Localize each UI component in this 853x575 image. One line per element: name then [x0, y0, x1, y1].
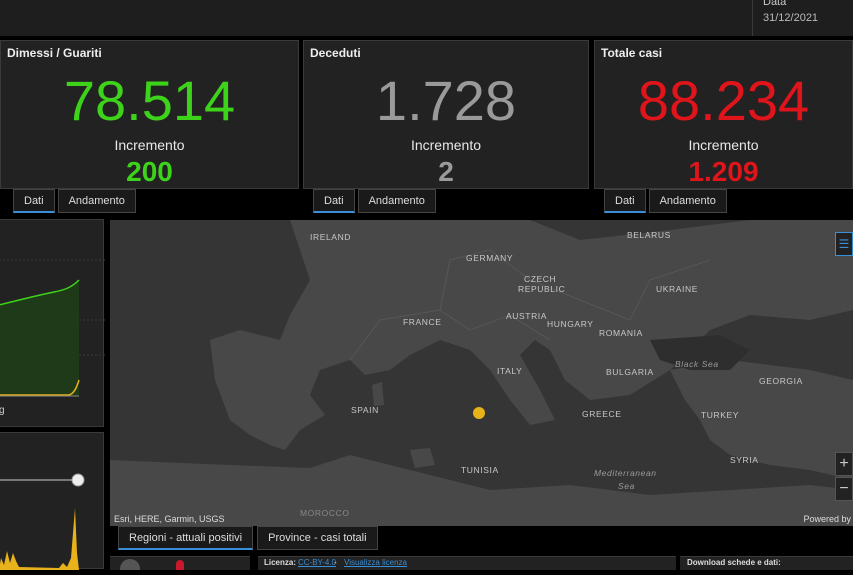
card-title: Deceduti — [310, 46, 361, 60]
date-value: 31/12/2021 — [763, 12, 819, 24]
footer-left — [110, 556, 250, 570]
trend-chart-panel: g — [0, 219, 105, 427]
card-value: 78.514 — [63, 69, 236, 132]
card-deaths: Deceduti 1.728 Incremento 2 — [303, 40, 589, 189]
label-romania: ROMANIA — [599, 328, 643, 338]
label-czech: CZECH — [524, 274, 557, 284]
tab-dati[interactable]: Dati — [604, 189, 646, 213]
label-germany: GERMANY — [466, 253, 514, 263]
label-austria: AUSTRIA — [506, 311, 548, 321]
increment-value: 2 — [438, 156, 454, 187]
view-license-link[interactable]: Visualizza licenza — [344, 558, 407, 567]
card-title: Dimessi / Guariti — [7, 46, 102, 60]
license-label: Licenza: — [264, 558, 297, 567]
tab-regioni[interactable]: Regioni - attuali positivi — [118, 526, 254, 550]
card-value: 1.728 — [375, 69, 517, 132]
map-tabs: Regioni - attuali positivi Province - ca… — [118, 526, 378, 550]
zoom-out-button[interactable]: − — [835, 477, 853, 501]
slider-handle-icon — [71, 473, 85, 487]
label-tunisia: TUNISIA — [461, 465, 499, 475]
label-georgia: GEORGIA — [759, 376, 803, 386]
map-land — [110, 220, 853, 526]
map-view[interactable]: IRELAND BELARUS GERMANY CZECH REPUBLIC U… — [110, 220, 853, 526]
tab-dati[interactable]: Dati — [13, 189, 55, 213]
label-ireland: IRELAND — [310, 232, 352, 242]
map-attribution: Esri, HERE, Garmin, USGS — [114, 514, 225, 524]
label-greece: GREECE — [582, 409, 622, 419]
label-spain: SPAIN — [351, 405, 379, 415]
label-belarus: BELARUS — [627, 230, 671, 240]
increment-label: Incremento — [410, 137, 482, 153]
partial-label: g — [0, 405, 5, 416]
tab-andamento[interactable]: Andamento — [57, 189, 136, 213]
label-bulgaria: BULGARIA — [606, 367, 654, 377]
label-syria: SYRIA — [730, 455, 759, 465]
daily-chart — [0, 473, 85, 570]
card-tabs-total: Dati Andamento — [604, 189, 727, 213]
sardinia-land — [372, 382, 384, 406]
card-tabs-deaths: Dati Andamento — [313, 189, 436, 213]
powered-by[interactable]: Powered by — [803, 514, 851, 524]
license-link[interactable]: CC-BY-4.0 — [298, 558, 336, 567]
footer-license: Licenza: CC-BY-4.0 - Visualizza licenza — [258, 556, 676, 570]
label-turkey: TURKEY — [701, 410, 740, 420]
zoom-in-button[interactable]: + — [835, 452, 853, 476]
increment-label: Incremento — [688, 137, 759, 153]
license-separator: - — [334, 558, 337, 567]
top-bar — [0, 0, 853, 36]
label-france: FRANCE — [403, 317, 442, 327]
card-value: 88.234 — [637, 69, 810, 132]
card-title: Totale casi — [601, 46, 663, 60]
date-label: Data — [763, 0, 787, 8]
card-total-cases: Totale casi 88.234 Incremento 1.209 — [594, 40, 853, 189]
tab-andamento[interactable]: Andamento — [648, 189, 727, 213]
tab-andamento[interactable]: Andamento — [357, 189, 436, 213]
label-ukraine: UKRAINE — [656, 284, 698, 294]
card-recovered: Dimessi / Guariti 78.514 Incremento 200 — [0, 40, 299, 189]
date-box: Data 31/12/2021 — [752, 0, 853, 36]
label-morocco: MOROCCO — [300, 508, 350, 518]
label-black-sea: Black Sea — [675, 359, 719, 369]
footer-download: Download schede e dati: — [680, 556, 853, 570]
tab-dati[interactable]: Dati — [313, 189, 355, 213]
download-label: Download schede e dati: — [687, 558, 781, 567]
daily-chart-panel — [0, 432, 104, 570]
increment-label: Incremento — [114, 137, 185, 153]
label-sea: Sea — [618, 481, 635, 491]
area-fill — [0, 280, 79, 396]
trend-chart — [0, 259, 105, 397]
region-marker — [473, 407, 485, 419]
card-tabs-recovered: Dati Andamento — [13, 189, 136, 213]
legend-list-icon[interactable]: ☰ — [835, 232, 853, 256]
tab-province[interactable]: Province - casi totali — [257, 526, 378, 550]
increment-value: 200 — [126, 156, 173, 187]
increment-value: 1.209 — [688, 156, 759, 187]
logo-icon — [120, 559, 140, 570]
label-mediterranean: Mediterranean — [594, 468, 657, 478]
label-hungary: HUNGARY — [547, 319, 594, 329]
label-republic: REPUBLIC — [518, 284, 566, 294]
label-italy: ITALY — [497, 366, 523, 376]
daily-bars — [0, 508, 79, 570]
